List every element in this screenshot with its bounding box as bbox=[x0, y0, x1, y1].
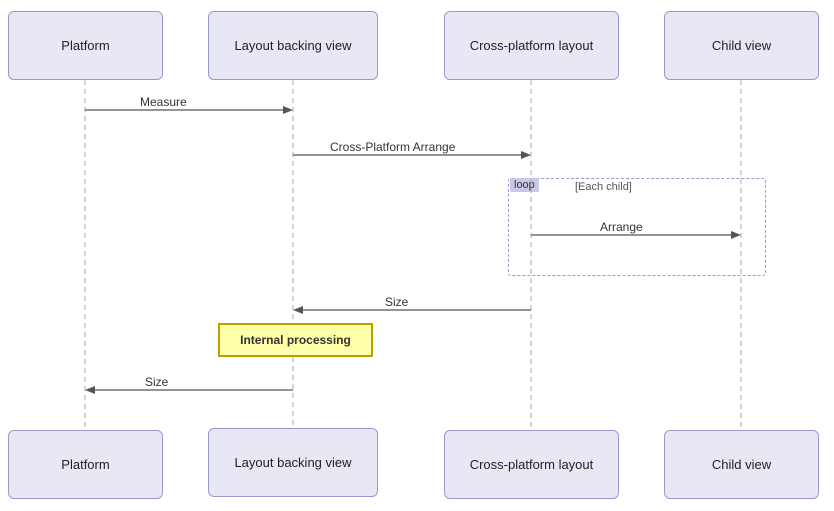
label-cross-platform-arrange: Cross-Platform Arrange bbox=[330, 140, 455, 154]
loop-label: loop bbox=[510, 178, 539, 192]
lifeline-child-view-bottom: Child view bbox=[664, 430, 819, 499]
lifeline-child-view-top: Child view bbox=[664, 11, 819, 80]
label-measure: Measure bbox=[140, 95, 187, 109]
lifeline-platform-bottom: Platform bbox=[8, 430, 163, 499]
label-size-from-layout: Size bbox=[145, 375, 168, 389]
sequence-diagram: Platform Layout backing view Cross-platf… bbox=[0, 0, 834, 511]
lifeline-cross-platform-bottom: Cross-platform layout bbox=[444, 430, 619, 499]
lifeline-platform-top: Platform bbox=[8, 11, 163, 80]
loop-condition: [Each child] bbox=[575, 181, 632, 193]
label-arrange: Arrange bbox=[600, 220, 643, 234]
lifeline-layout-backing-top: Layout backing view bbox=[208, 11, 378, 80]
label-size-from-cross: Size bbox=[385, 295, 408, 309]
lifeline-cross-platform-top: Cross-platform layout bbox=[444, 11, 619, 80]
lifeline-layout-backing-bottom: Layout backing view bbox=[208, 428, 378, 497]
processing-box: Internal processing bbox=[218, 323, 373, 357]
